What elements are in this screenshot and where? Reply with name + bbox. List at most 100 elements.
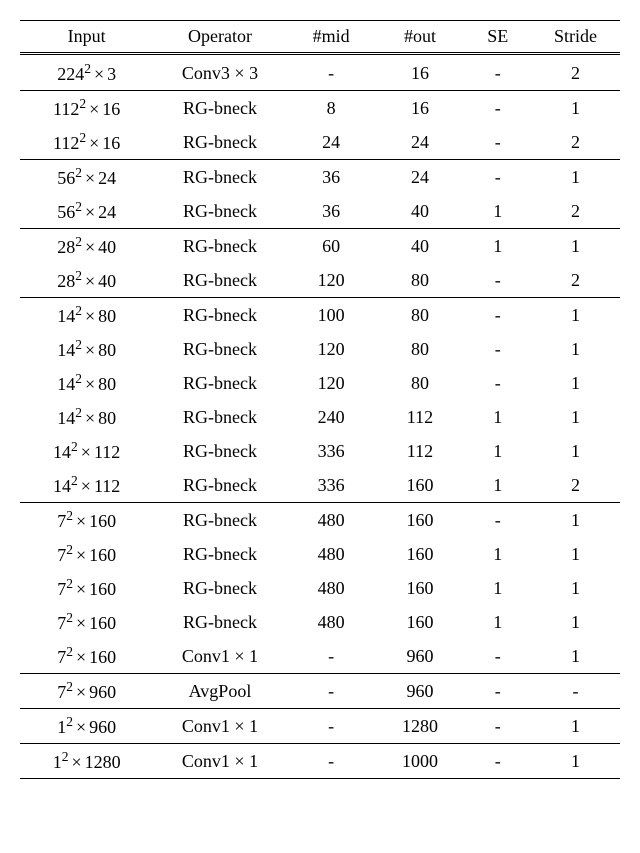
cell-out: 160 (376, 571, 465, 605)
cell-out: 16 (376, 91, 465, 126)
cell-out: 24 (376, 160, 465, 195)
cell-stride: 2 (531, 194, 620, 229)
cell-input: 142×112 (20, 468, 153, 503)
table-row: 142×80RG-bneck10080-1 (20, 298, 620, 333)
cell-input: 282×40 (20, 229, 153, 264)
cell-out: 960 (376, 674, 465, 709)
cell-mid: - (287, 744, 376, 779)
cell-mid: 336 (287, 434, 376, 468)
cell-input: 562×24 (20, 160, 153, 195)
cell-stride: 1 (531, 298, 620, 333)
table-row: 72×160RG-bneck48016011 (20, 537, 620, 571)
table-row: 12×1280Conv1 × 1-1000-1 (20, 744, 620, 779)
cell-se: - (464, 366, 531, 400)
cell-operator: RG-bneck (153, 229, 286, 264)
cell-stride: 2 (531, 263, 620, 298)
cell-operator: RG-bneck (153, 332, 286, 366)
cell-se: - (464, 263, 531, 298)
cell-out: 160 (376, 503, 465, 538)
cell-operator: RG-bneck (153, 298, 286, 333)
cell-operator: RG-bneck (153, 91, 286, 126)
cell-operator: Conv1 × 1 (153, 744, 286, 779)
cell-operator: Conv1 × 1 (153, 639, 286, 674)
cell-stride: 2 (531, 468, 620, 503)
cell-stride: 1 (531, 605, 620, 639)
cell-operator: RG-bneck (153, 194, 286, 229)
table-row: 72×160RG-bneck480160-1 (20, 503, 620, 538)
cell-operator: RG-bneck (153, 366, 286, 400)
table-row: 2242×3Conv3 × 3-16-2 (20, 53, 620, 91)
cell-input: 1122×16 (20, 125, 153, 160)
cell-se: - (464, 744, 531, 779)
cell-operator: Conv3 × 3 (153, 53, 286, 91)
col-operator: Operator (153, 21, 286, 53)
cell-mid: 480 (287, 571, 376, 605)
cell-mid: - (287, 709, 376, 744)
cell-out: 80 (376, 366, 465, 400)
cell-out: 80 (376, 332, 465, 366)
cell-se: 1 (464, 194, 531, 229)
cell-stride: 1 (531, 332, 620, 366)
cell-stride: 1 (531, 400, 620, 434)
cell-operator: RG-bneck (153, 125, 286, 160)
cell-out: 40 (376, 194, 465, 229)
cell-input: 142×80 (20, 400, 153, 434)
table-row: 12×960Conv1 × 1-1280-1 (20, 709, 620, 744)
col-input: Input (20, 21, 153, 53)
cell-input: 72×160 (20, 605, 153, 639)
cell-out: 112 (376, 434, 465, 468)
cell-mid: 120 (287, 366, 376, 400)
cell-out: 1280 (376, 709, 465, 744)
table-row: 72×960AvgPool-960-- (20, 674, 620, 709)
table-body: 2242×3Conv3 × 3-16-21122×16RG-bneck816-1… (20, 53, 620, 779)
cell-mid: - (287, 639, 376, 674)
cell-se: - (464, 674, 531, 709)
cell-stride: 1 (531, 571, 620, 605)
cell-stride: 1 (531, 537, 620, 571)
table-row: 142×112RG-bneck33611211 (20, 434, 620, 468)
cell-mid: 120 (287, 263, 376, 298)
cell-se: 1 (464, 537, 531, 571)
cell-input: 12×960 (20, 709, 153, 744)
cell-input: 72×160 (20, 503, 153, 538)
cell-mid: 480 (287, 605, 376, 639)
cell-mid: 36 (287, 194, 376, 229)
cell-operator: AvgPool (153, 674, 286, 709)
table-row: 282×40RG-bneck604011 (20, 229, 620, 264)
cell-se: - (464, 332, 531, 366)
cell-operator: RG-bneck (153, 605, 286, 639)
table-row: 142×80RG-bneck24011211 (20, 400, 620, 434)
cell-operator: RG-bneck (153, 160, 286, 195)
cell-operator: RG-bneck (153, 537, 286, 571)
table-row: 72×160Conv1 × 1-960-1 (20, 639, 620, 674)
cell-stride: 1 (531, 744, 620, 779)
cell-se: 1 (464, 434, 531, 468)
cell-input: 142×80 (20, 298, 153, 333)
cell-stride: 2 (531, 53, 620, 91)
cell-mid: - (287, 53, 376, 91)
col-stride: Stride (531, 21, 620, 53)
cell-se: - (464, 91, 531, 126)
cell-stride: 1 (531, 434, 620, 468)
cell-input: 2242×3 (20, 53, 153, 91)
cell-input: 142×80 (20, 366, 153, 400)
table-row: 562×24RG-bneck3624-1 (20, 160, 620, 195)
cell-input: 72×960 (20, 674, 153, 709)
cell-input: 72×160 (20, 537, 153, 571)
cell-out: 160 (376, 537, 465, 571)
header-row: Input Operator #mid #out SE Stride (20, 21, 620, 53)
cell-stride: 1 (531, 366, 620, 400)
table-row: 1122×16RG-bneck816-1 (20, 91, 620, 126)
table-row: 1122×16RG-bneck2424-2 (20, 125, 620, 160)
cell-operator: RG-bneck (153, 434, 286, 468)
cell-input: 282×40 (20, 263, 153, 298)
cell-mid: 60 (287, 229, 376, 264)
cell-out: 40 (376, 229, 465, 264)
col-out: #out (376, 21, 465, 53)
table-row: 142×112RG-bneck33616012 (20, 468, 620, 503)
cell-input: 562×24 (20, 194, 153, 229)
cell-mid: 8 (287, 91, 376, 126)
cell-mid: 480 (287, 503, 376, 538)
cell-out: 160 (376, 468, 465, 503)
cell-input: 12×1280 (20, 744, 153, 779)
